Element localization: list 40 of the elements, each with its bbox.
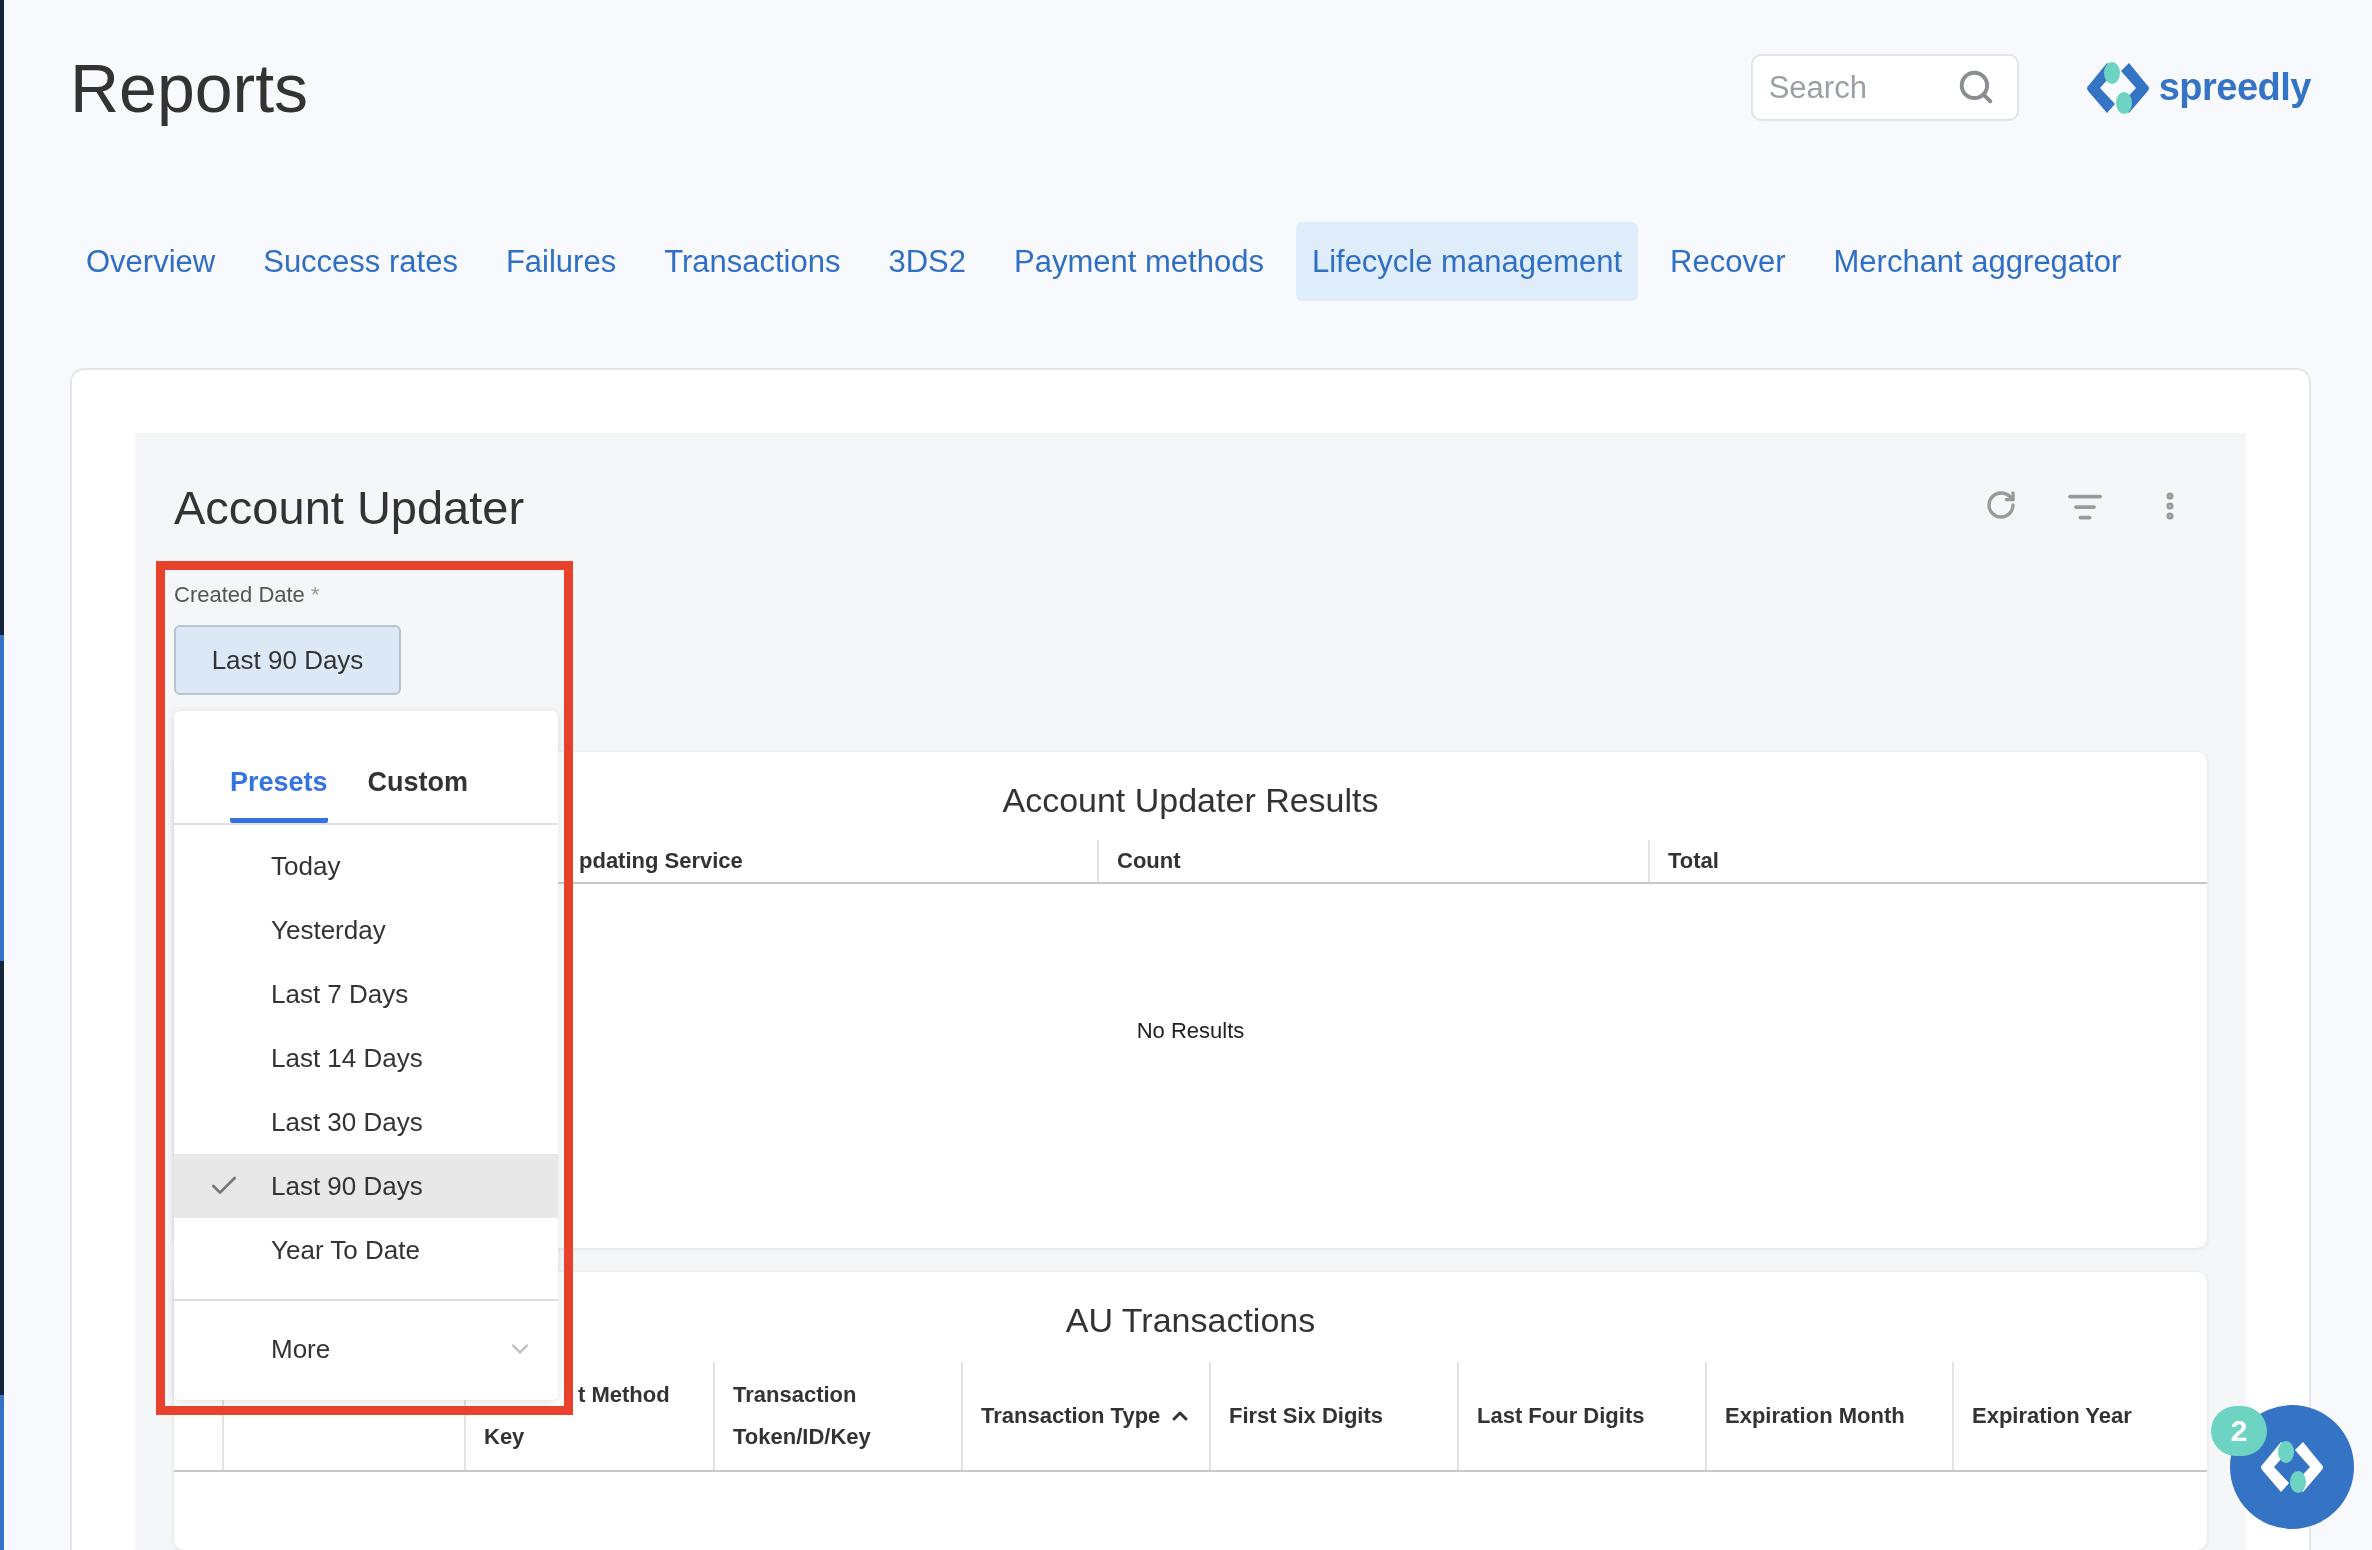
column-header: Token/ID/Key bbox=[733, 1423, 871, 1451]
page-title: Reports bbox=[70, 48, 310, 127]
menu-tab[interactable]: Custom bbox=[367, 767, 469, 823]
column-header: Transaction Type bbox=[981, 1395, 1193, 1437]
column-header: pdating Service bbox=[579, 847, 743, 875]
preset-option[interactable]: Last 7 Days bbox=[174, 962, 558, 1026]
column-header: t Method bbox=[578, 1381, 670, 1409]
column-header: Expiration Year bbox=[1972, 1402, 2132, 1430]
column-header: Expiration Month bbox=[1725, 1402, 1905, 1430]
column-header: First Six Digits bbox=[1229, 1402, 1384, 1430]
column-header: Count bbox=[1117, 847, 1181, 875]
brand-name: spreedly bbox=[2158, 66, 2311, 109]
preset-option[interactable]: Today bbox=[174, 834, 558, 898]
search-field[interactable]: Search bbox=[1750, 54, 2019, 121]
preset-option[interactable]: Last 30 Days bbox=[174, 1090, 558, 1154]
nav-tab[interactable]: Transactions bbox=[648, 222, 857, 301]
nav-tab[interactable]: Lifecycle management bbox=[1295, 222, 1639, 301]
nav-tab[interactable]: Success rates bbox=[247, 222, 474, 301]
nav-tab[interactable]: 3DS2 bbox=[872, 222, 983, 301]
column-header: Key bbox=[484, 1423, 525, 1451]
column-header: Total bbox=[1668, 847, 1719, 875]
preset-option[interactable]: Last 90 Days bbox=[174, 1154, 558, 1218]
column-header: Transaction bbox=[733, 1381, 857, 1409]
nav-tab[interactable]: Merchant aggregator bbox=[1817, 222, 2138, 301]
date-range-button[interactable]: Last 90 Days bbox=[174, 625, 401, 695]
menu-tab[interactable]: Presets bbox=[230, 767, 328, 823]
card-title: AU Transactions bbox=[1065, 1300, 1316, 1340]
preset-option[interactable]: Last 14 Days bbox=[174, 1026, 558, 1090]
field-label: Created Date * bbox=[174, 584, 320, 606]
preset-option[interactable]: Yesterday bbox=[174, 898, 558, 962]
nav-tab[interactable]: Recover bbox=[1654, 222, 1802, 301]
empty-message: No Results bbox=[1136, 1018, 1245, 1044]
panel-title: Account Updater bbox=[174, 479, 526, 535]
nav-tab[interactable]: Payment methods bbox=[998, 222, 1280, 301]
chat-logo-icon bbox=[2259, 1438, 2325, 1496]
nav-tab[interactable]: Overview bbox=[70, 222, 232, 301]
preset-option[interactable]: Year To Date bbox=[174, 1218, 558, 1282]
card-title: Account Updater Results bbox=[1002, 780, 1379, 820]
nav-tab[interactable]: Failures bbox=[489, 222, 633, 301]
column-header: Last Four Digits bbox=[1477, 1402, 1645, 1430]
